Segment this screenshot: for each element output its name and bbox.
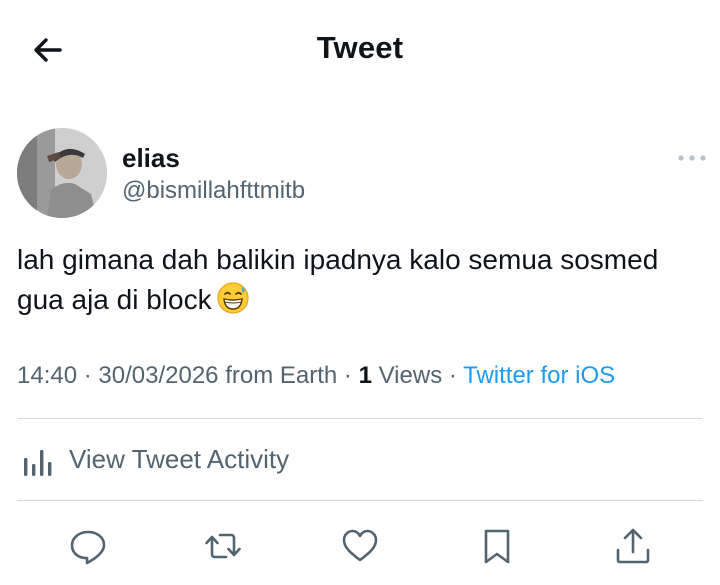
tweet-text: lah gimana dah balikin ipadnya kalo semu…: [17, 240, 707, 320]
meta-separator: ·: [448, 362, 457, 389]
like-button[interactable]: [340, 526, 380, 566]
tweet-time[interactable]: 14:40: [17, 362, 77, 389]
page-title: Tweet: [316, 30, 404, 65]
share-button[interactable]: [613, 526, 653, 566]
view-tweet-activity-label: View Tweet Activity: [69, 444, 290, 474]
more-options-button[interactable]: [676, 150, 708, 166]
tweet-date[interactable]: 30/03/2026: [98, 362, 218, 389]
avatar[interactable]: [17, 128, 107, 218]
display-name[interactable]: elias: [122, 143, 180, 174]
view-tweet-activity-button[interactable]: View Tweet Activity: [17, 438, 417, 482]
views-label[interactable]: Views: [379, 362, 443, 389]
meta-separator: ·: [343, 362, 352, 389]
retweet-button[interactable]: [203, 526, 243, 566]
retweet-icon: [205, 533, 241, 559]
meta-separator: ·: [83, 362, 92, 389]
share-icon: [616, 528, 650, 564]
bookmark-icon: [484, 529, 510, 564]
avatar-image: [17, 128, 107, 218]
tweet-meta: 14:40 · 30/03/2026 from Earth · 1 Views …: [17, 362, 615, 390]
reply-icon: [70, 530, 106, 565]
tweet-detail-page: Tweet elias @bismillahfttmitb lah gimana…: [0, 0, 720, 585]
reply-button[interactable]: [68, 526, 108, 566]
heart-icon: [342, 529, 378, 562]
bookmark-button[interactable]: [477, 526, 517, 566]
grinning-face-with-sweat-emoji: [216, 281, 250, 315]
user-handle[interactable]: @bismillahfttmitb: [122, 177, 305, 205]
divider: [17, 418, 703, 419]
header: Tweet: [0, 0, 720, 100]
views-count[interactable]: 1: [359, 362, 372, 389]
tweet-location: from Earth: [225, 362, 338, 389]
bar-chart-icon: [21, 444, 55, 478]
divider: [17, 500, 703, 501]
tweet-source-link[interactable]: Twitter for iOS: [463, 362, 615, 389]
more-dots-icon: [678, 155, 706, 161]
tweet-body: lah gimana dah balikin ipadnya kalo semu…: [17, 244, 659, 315]
